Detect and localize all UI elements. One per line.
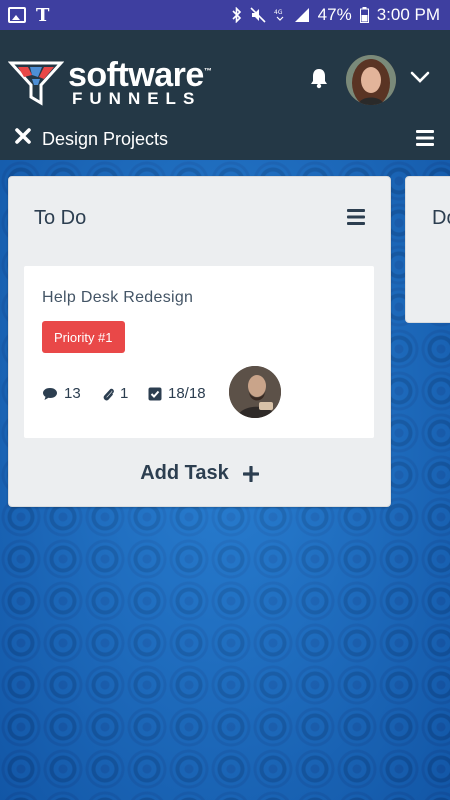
priority-badge: Priority #1 [42, 321, 125, 353]
attachment-count: 1 [102, 385, 128, 402]
column-todo: To Do Help Desk Redesign Priority #1 13 … [8, 176, 391, 507]
app-header: software™ FUNNELS Design Projects [0, 30, 450, 160]
comment-count-value: 13 [64, 385, 81, 402]
comment-icon [43, 387, 57, 400]
checklist-count: 18/18 [148, 385, 206, 402]
logo-trademark: ™ [203, 66, 212, 76]
mute-icon [250, 7, 266, 23]
status-bar: T 4G 47% 3:00 PM [0, 0, 450, 30]
menu-icon[interactable] [415, 129, 435, 147]
close-icon[interactable] [14, 127, 32, 145]
paperclip-icon [103, 388, 114, 400]
project-title: Design Projects [42, 129, 169, 149]
column-menu-icon[interactable] [347, 209, 365, 225]
gallery-notification-icon [8, 7, 26, 23]
funnel-logo-icon [8, 61, 64, 106]
assignee-avatar-image [229, 366, 281, 418]
chevron-down-icon[interactable] [410, 70, 430, 84]
add-task-button[interactable]: Add Task [9, 462, 390, 485]
column-doing: Do [405, 176, 450, 323]
clock: 3:00 PM [376, 5, 440, 24]
attachment-count-value: 1 [120, 385, 129, 402]
checkbox-icon [148, 387, 162, 400]
task-title: Help Desk Redesign [42, 289, 194, 306]
column-title: Do [432, 207, 450, 229]
add-task-label: Add Task [140, 462, 229, 484]
project-bar: Design Projects [0, 120, 450, 160]
column-title: To Do [34, 207, 87, 229]
signal-4g-icon: 4G [274, 9, 284, 21]
user-avatar-image [346, 55, 396, 105]
carrier-logo-icon: T [36, 4, 50, 26]
battery-icon [359, 7, 369, 23]
battery-percent: 47% [317, 5, 352, 24]
plus-icon [242, 465, 259, 482]
app-logo[interactable]: software™ FUNNELS [8, 58, 212, 108]
comment-count: 13 [42, 385, 81, 402]
task-card[interactable]: Help Desk Redesign Priority #1 13 1 18/1… [24, 266, 374, 438]
cell-signal-icon [294, 8, 309, 22]
svg-text:4G: 4G [274, 9, 283, 16]
checklist-count-value: 18/18 [168, 385, 206, 402]
assignee-avatar[interactable] [229, 366, 281, 418]
bluetooth-icon [232, 7, 241, 23]
user-avatar[interactable] [346, 55, 396, 105]
logo-wordmark-bottom: FUNNELS [72, 89, 202, 108]
bell-icon[interactable] [308, 67, 330, 89]
